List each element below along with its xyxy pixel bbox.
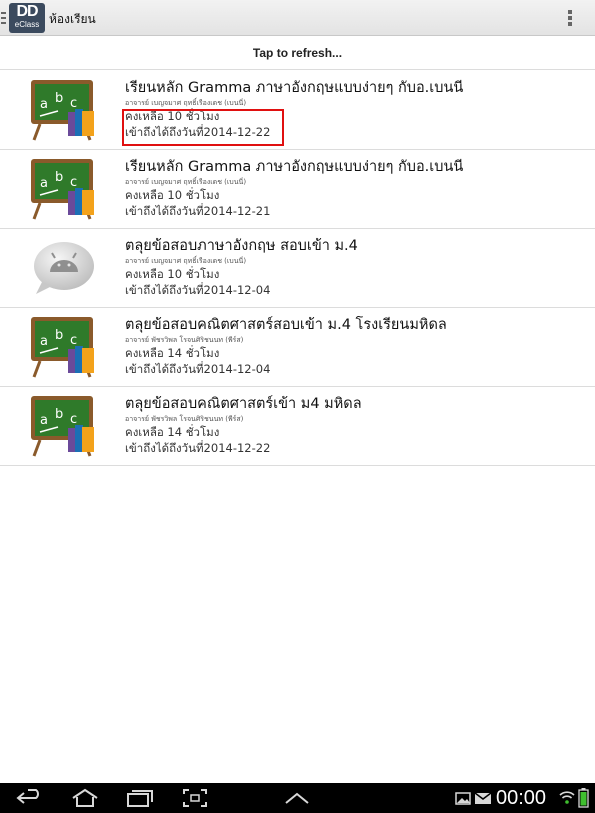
svg-text:b: b [55,91,63,106]
svg-text:b: b [55,407,63,422]
course-text: ตลุยข้อสอบภาษาอังกฤษ สอบเข้า ม.4 อาจารย์… [125,237,590,298]
logo-sub-text: eClass [14,20,40,29]
chalkboard-abc-icon: a b c [31,396,94,457]
course-teacher: อาจารย์ เบญจมาศ ฤทธิ์เรืองเดช (เบนนี่) [125,257,247,265]
svg-text:a: a [40,413,48,428]
system-navigation-bar: 00:00 [0,783,595,813]
svg-text:b: b [55,328,63,343]
android-placeholder-icon [34,242,94,294]
course-teacher: อาจารย์ เบญจมาศ ฤทธิ์เรืองเดช (เบนนี่) [125,99,247,107]
course-remaining: คงเหลือ 10 ชั่วโมง [125,188,220,202]
mail-notification-icon [474,792,492,804]
chevron-up-icon[interactable] [284,791,310,805]
svg-text:b: b [55,170,63,185]
course-access-date: เข้าถึงได้ถึงวันที่2014-12-04 [125,283,271,297]
course-row[interactable]: a b c เรียนหลัก Gramma ภาษาอังกฤษแบบง่าย… [0,150,595,229]
svg-text:a: a [40,176,48,191]
chalkboard-abc-icon: a b c [31,317,94,378]
page-title: ห้องเรียน [49,12,96,26]
course-text: เรียนหลัก Gramma ภาษาอังกฤษแบบง่ายๆ กับอ… [125,158,590,219]
svg-text:a: a [40,97,48,112]
drawer-indicator-icon[interactable] [1,12,6,24]
logo-main-text: DD [16,3,38,20]
svg-text:c: c [70,175,77,190]
refresh-header[interactable]: Tap to refresh... [0,36,595,70]
chalkboard-abc-icon: a b c [31,80,94,141]
course-access-date: เข้าถึงได้ถึงวันที่2014-12-21 [125,204,271,218]
back-icon[interactable] [16,789,44,807]
app-logo[interactable]: DD eClass [9,3,45,33]
course-remaining: คงเหลือ 10 ชั่วโมง [125,267,220,281]
course-text: ตลุยข้อสอบคณิตศาสตร์สอบเข้า ม.4 โรงเรียน… [125,316,590,377]
battery-icon [578,788,589,808]
course-title: เรียนหลัก Gramma ภาษาอังกฤษแบบง่ายๆ กับอ… [125,80,464,96]
svg-text:c: c [70,333,77,348]
course-title: เรียนหลัก Gramma ภาษาอังกฤษแบบง่ายๆ กับอ… [125,159,464,175]
course-title: ตลุยข้อสอบคณิตศาสตร์เข้า ม4 มหิดล [125,396,362,412]
svg-text:a: a [40,334,48,349]
course-row[interactable]: a b c เรียนหลัก Gramma ภาษาอังกฤษแบบง่าย… [0,71,595,150]
course-teacher: อาจารย์ พัชรวิพล โรจนศิริชนนท (พีร์ส) [125,336,244,344]
course-text: ตลุยข้อสอบคณิตศาสตร์เข้า ม4 มหิดล อาจารย… [125,395,590,456]
svg-text:c: c [70,412,77,427]
course-access-date: เข้าถึงได้ถึงวันที่2014-12-04 [125,362,271,376]
course-teacher: อาจารย์ พัชรวิพล โรจนศิริชนนท (พีร์ส) [125,415,244,423]
highlight-box [122,109,284,146]
course-row[interactable]: ตลุยข้อสอบภาษาอังกฤษ สอบเข้า ม.4 อาจารย์… [0,229,595,308]
svg-text:c: c [70,96,77,111]
course-list: a b c เรียนหลัก Gramma ภาษาอังกฤษแบบง่าย… [0,71,595,466]
chalkboard-abc-icon: a b c [31,159,94,220]
overflow-menu-icon[interactable] [568,10,572,26]
screenshot-icon[interactable] [182,788,208,808]
gallery-notification-icon [455,792,471,805]
course-teacher: อาจารย์ เบญจมาศ ฤทธิ์เรืองเดช (เบนนี่) [125,178,247,186]
course-remaining: คงเหลือ 14 ชั่วโมง [125,425,220,439]
recent-apps-icon[interactable] [126,789,154,807]
home-icon[interactable] [70,788,100,808]
refresh-label: Tap to refresh... [252,46,343,60]
wifi-icon [559,791,575,804]
course-row[interactable]: a b c ตลุยข้อสอบคณิตศาสตร์เข้า ม4 มหิดล … [0,387,595,466]
status-clock: 00:00 [496,787,547,809]
course-title: ตลุยข้อสอบภาษาอังกฤษ สอบเข้า ม.4 [125,238,358,254]
course-title: ตลุยข้อสอบคณิตศาสตร์สอบเข้า ม.4 โรงเรียน… [125,317,447,333]
course-row[interactable]: a b c ตลุยข้อสอบคณิตศาสตร์สอบเข้า ม.4 โร… [0,308,595,387]
course-remaining: คงเหลือ 14 ชั่วโมง [125,346,220,360]
course-access-date: เข้าถึงได้ถึงวันที่2014-12-22 [125,441,271,455]
action-bar: DD eClass ห้องเรียน [0,0,595,36]
